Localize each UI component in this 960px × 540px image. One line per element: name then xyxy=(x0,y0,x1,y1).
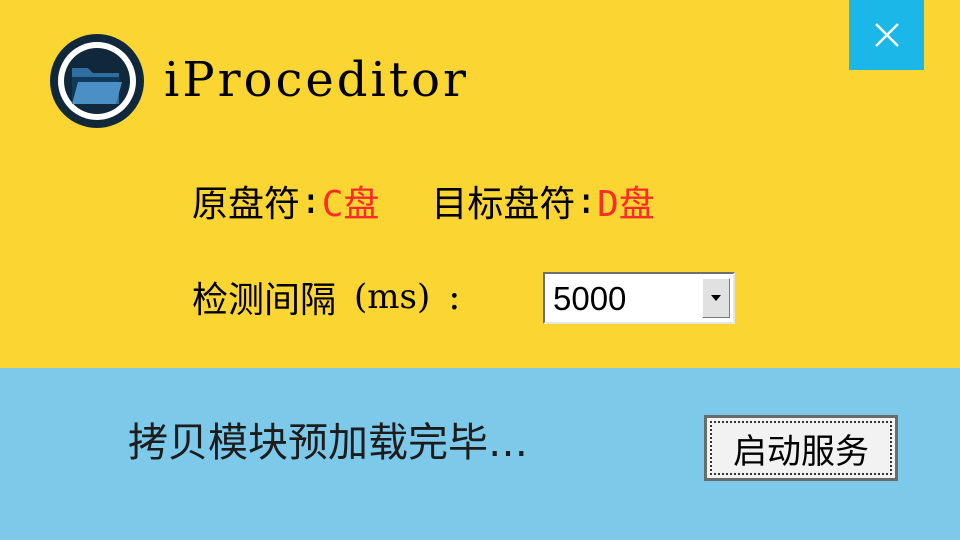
source-drive-label: 原盘符 xyxy=(192,184,301,225)
chevron-down-icon xyxy=(711,295,721,301)
interval-select-value: 5000 xyxy=(553,280,627,317)
target-drive-value: D盘 xyxy=(597,184,655,225)
source-drive-colon: : xyxy=(300,180,322,222)
close-button[interactable] xyxy=(849,0,924,70)
start-service-button[interactable]: 启动服务 xyxy=(704,415,898,481)
target-drive-colon: : xyxy=(575,180,598,222)
dropdown-button[interactable] xyxy=(702,278,730,318)
close-icon xyxy=(874,23,899,47)
status-message: 拷贝模块预加载完毕… xyxy=(128,420,528,466)
interval-settings-row: 检测间隔 (ms) : xyxy=(192,270,460,324)
app-title: iProceditor xyxy=(164,52,469,108)
target-drive-label: 目标盘符 xyxy=(431,184,576,225)
interval-label: 检测间隔 xyxy=(192,280,337,321)
source-drive-value: C盘 xyxy=(321,184,380,225)
interval-colon: : xyxy=(448,276,461,318)
settings-panel: iProceditor 原盘符: C盘 目标盘符: D盘 检测间隔 (ms) : 5… xyxy=(0,0,960,368)
drive-settings-row: 原盘符: C盘 目标盘符: D盘 xyxy=(192,174,655,228)
start-service-label: 启动服务 xyxy=(710,421,892,475)
interval-select[interactable]: 5000 xyxy=(543,272,735,324)
interval-unit: (ms) xyxy=(354,277,431,317)
folder-icon xyxy=(50,34,144,128)
